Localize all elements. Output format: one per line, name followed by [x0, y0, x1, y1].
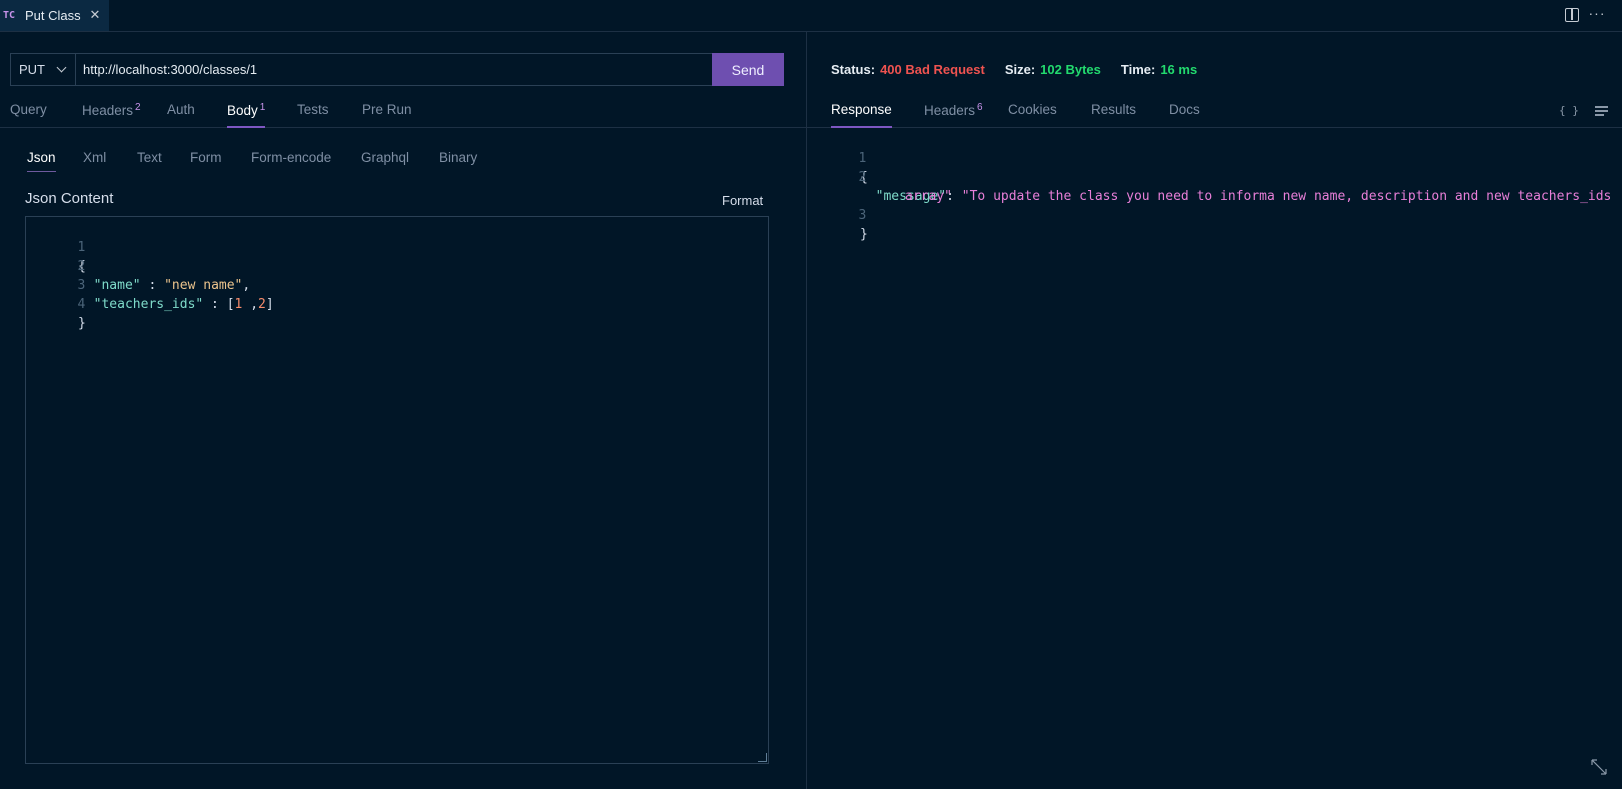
size-value: 102 Bytes — [1040, 62, 1101, 77]
tab-put-class[interactable]: TC Put Class ✕ — [0, 0, 109, 31]
chevron-down-icon — [56, 62, 67, 73]
code-line: "message": "To update the class you need… — [875, 189, 1612, 204]
tab-pre-run[interactable]: Pre Run — [362, 102, 412, 128]
body-tab-binary[interactable]: Binary — [439, 150, 477, 172]
line-number: 4 — [77, 297, 86, 312]
close-icon[interactable]: ✕ — [88, 8, 102, 22]
editor-line: 2 "name" : "new name", — [26, 238, 250, 293]
status-value: 400 Bad Request — [880, 62, 985, 77]
send-button[interactable]: Send — [712, 53, 784, 86]
resize-grip-icon[interactable] — [758, 753, 767, 762]
split-editor-icon[interactable] — [1565, 8, 1579, 22]
code-line-wrapped: array" — [905, 189, 952, 204]
tab-auth[interactable]: Auth — [167, 102, 195, 128]
line-number: 1 — [77, 240, 86, 255]
body-count-badge: 1 — [259, 102, 266, 113]
line-number: 3 — [77, 278, 86, 293]
request-json-editor[interactable]: 1 { 2 "name" : "new name", 3 "teachers_i… — [25, 216, 769, 764]
tab-badge: TC — [3, 10, 16, 21]
body-tab-xml[interactable]: Xml — [83, 150, 106, 172]
tab-bar: TC Put Class ✕ ··· — [0, 0, 1622, 32]
body-tab-form-encode[interactable]: Form-encode — [251, 150, 331, 172]
more-icon[interactable]: ··· — [1587, 5, 1607, 23]
tab-tests[interactable]: Tests — [297, 102, 329, 128]
time-label: Time: — [1120, 62, 1156, 77]
editor-line: 3 } — [807, 187, 867, 242]
time-value: 16 ms — [1160, 62, 1198, 77]
response-headers-count-badge: 6 — [977, 102, 983, 113]
editor-line: 2 "message": "To update the class you ne… — [807, 149, 1611, 204]
headers-count-badge: 2 — [135, 102, 141, 113]
line-number: 2 — [77, 259, 86, 274]
tab-headers[interactable]: Headers 2 — [82, 102, 141, 128]
tab-title: Put Class — [25, 8, 81, 23]
size-label: Size: — [1004, 62, 1036, 77]
editor-line: 3 "teachers_ids" : [1 ,2] — [26, 257, 273, 312]
format-button[interactable]: Format — [722, 193, 763, 208]
method-value: PUT — [19, 62, 45, 77]
line-number: 1 — [858, 151, 867, 166]
tab-query[interactable]: Query — [10, 102, 47, 128]
brace-icon[interactable]: { } — [1559, 104, 1579, 117]
tab-cookies[interactable]: Cookies — [1008, 102, 1057, 128]
editor-line: 1 { — [26, 219, 85, 274]
line-number: 2 — [858, 170, 867, 185]
response-status-bar: Status: 400 Bad Request Size: 102 Bytes … — [831, 62, 1217, 77]
code-line: "teachers_ids" : [1 ,2] — [93, 297, 274, 312]
body-tab-text[interactable]: Text — [137, 150, 162, 172]
editor-line: array" — [807, 168, 952, 204]
body-tab-form[interactable]: Form — [190, 150, 222, 172]
editor-line: 1 { — [807, 130, 867, 185]
method-select[interactable]: PUT — [11, 54, 76, 85]
body-tab-graphql[interactable]: Graphql — [361, 150, 409, 172]
status-label: Status: — [831, 62, 876, 77]
tab-docs[interactable]: Docs — [1169, 102, 1200, 128]
line-number: 3 — [858, 208, 867, 223]
response-json-viewer: 1 { 2 "message": "To update the class yo… — [807, 130, 1622, 242]
code-line: } — [78, 316, 86, 331]
url-bar: PUT Send — [10, 53, 784, 86]
code-line: } — [860, 227, 868, 242]
expand-icon[interactable] — [1590, 758, 1608, 776]
tab-body[interactable]: Body 1 — [227, 102, 266, 128]
body-type-tabs: Json Xml Text Form Form-encode Graphql B… — [0, 148, 806, 174]
tab-response[interactable]: Response — [831, 102, 892, 128]
body-tab-json[interactable]: Json — [27, 150, 56, 172]
tab-response-headers[interactable]: Headers 6 — [924, 102, 983, 128]
request-tabs: Query Headers 2 Auth Body 1 Tests Pre Run — [0, 98, 806, 128]
json-content-label: Json Content — [25, 190, 114, 207]
tab-results[interactable]: Results — [1091, 102, 1136, 128]
response-tabs: Response Headers 6 Cookies Results Docs {… — [807, 98, 1622, 128]
code-line: "name" : "new name", — [93, 278, 251, 293]
url-input[interactable] — [76, 54, 712, 85]
menu-icon[interactable] — [1595, 106, 1608, 116]
editor-line: 4 } — [26, 276, 85, 331]
